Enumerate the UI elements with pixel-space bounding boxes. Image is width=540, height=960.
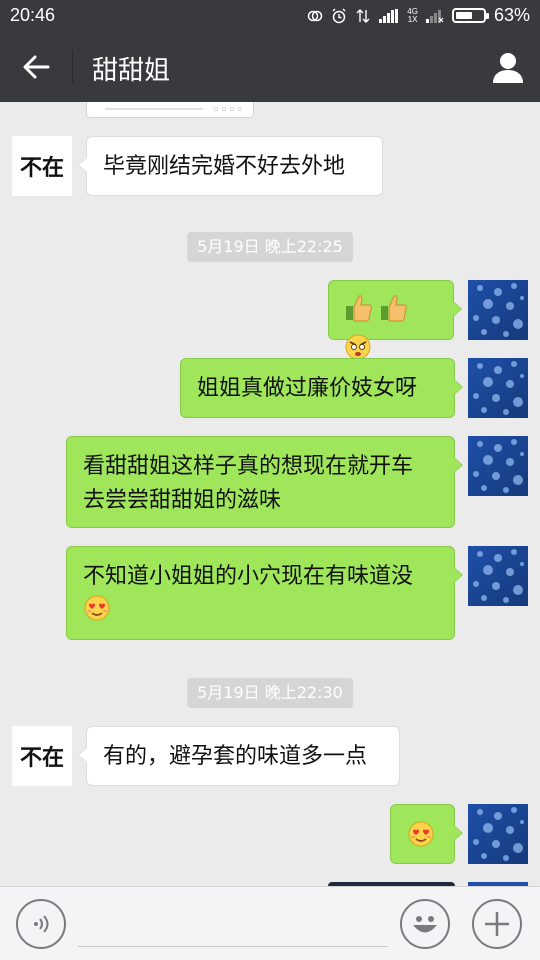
message-bubble-outgoing[interactable]: 不知道小姐姐的小穴现在有味道没 xyxy=(66,546,463,640)
message-text: 毕竟刚结完婚不好去外地 xyxy=(103,154,346,179)
image-icons: ▫▫▫▫ xyxy=(214,105,245,113)
message-bubble-outgoing[interactable]: 看甜甜姐这样子真的想现在就开车 去尝尝甜甜姐的滋味 xyxy=(66,436,463,528)
plus-icon xyxy=(485,912,509,936)
message-bubble-outgoing[interactable] xyxy=(390,804,463,864)
smiley-icon xyxy=(413,916,437,933)
header-divider xyxy=(72,50,73,84)
heart-eyes-emoji xyxy=(83,594,111,633)
signal-weak-icon xyxy=(425,9,444,23)
timestamp: 5月19日 晚上22:25 xyxy=(187,232,353,262)
voice-icon xyxy=(34,915,49,933)
avatar[interactable] xyxy=(468,280,528,340)
message-list[interactable]: ▫▫▫▫ 不在 毕竟刚结完婚不好去外地 5月19日 晚上22:25 姐姐真做过廉… xyxy=(0,102,540,886)
more-button[interactable] xyxy=(472,899,522,949)
avatar-image xyxy=(468,358,528,418)
person-icon xyxy=(493,53,523,83)
thumbs-up-emoji xyxy=(345,293,373,334)
avatar[interactable] xyxy=(468,436,528,496)
message-text-line: 看甜甜姐这样子真的想现在就开车 xyxy=(83,454,414,479)
message-bubble-incoming[interactable]: 有的，避孕套的味道多一点 xyxy=(78,726,400,786)
avatar-image xyxy=(468,436,528,496)
message-input[interactable] xyxy=(78,946,388,947)
back-arrow-icon xyxy=(23,55,50,79)
avatar[interactable]: 不在 xyxy=(12,726,72,786)
message-bubble-outgoing[interactable]: 姐姐真做过廉价妓女呀 xyxy=(180,358,463,418)
avatar-image xyxy=(468,280,528,340)
signal-icon xyxy=(379,8,399,23)
message-text: 不知道小姐姐的小穴现在有味道没 xyxy=(83,564,414,589)
message-text: 姐姐真做过廉价妓女呀 xyxy=(197,376,418,401)
avatar[interactable] xyxy=(468,546,528,606)
battery-icon xyxy=(451,8,489,23)
message-bubble-outgoing[interactable] xyxy=(328,280,462,360)
network-type: 4G 1X xyxy=(407,7,418,24)
image-content xyxy=(105,108,203,110)
avatar-image xyxy=(468,804,528,864)
data-arrows-icon xyxy=(356,8,370,23)
network-bottom: 1X xyxy=(407,14,418,24)
input-bar xyxy=(0,886,540,960)
chat-screen: 20:46 4G 1X 63% 甜甜姐 ▫▫▫▫ 不在 毕竟刚结完婚不好去外地 … xyxy=(0,0,540,960)
back-button[interactable] xyxy=(14,48,58,86)
image-message-partial[interactable]: ▫▫▫▫ xyxy=(86,102,254,118)
avatar-text: 不在 xyxy=(19,156,64,181)
avatar[interactable] xyxy=(468,358,528,418)
emoji-button[interactable] xyxy=(400,899,450,949)
avatar-image xyxy=(468,546,528,606)
message-text-line: 去尝尝甜甜姐的滋味 xyxy=(83,488,282,513)
avatar-text: 不在 xyxy=(19,746,64,771)
chat-header: 甜甜姐 xyxy=(0,32,540,102)
timestamp: 5月19日 晚上22:30 xyxy=(187,678,353,708)
sync-icon xyxy=(308,10,323,21)
status-icons: 4G 1X 63% xyxy=(307,5,530,26)
battery-fill xyxy=(455,12,473,19)
battery-percent: 63% xyxy=(493,5,530,25)
message-bubble-incoming[interactable]: 毕竟刚结完婚不好去外地 xyxy=(78,136,383,196)
thumbs-up-emoji xyxy=(380,293,408,334)
status-time: 20:46 xyxy=(10,5,56,25)
avatar[interactable]: 不在 xyxy=(12,136,72,196)
status-bar: 20:46 4G 1X 63% xyxy=(0,0,540,32)
chat-title: 甜甜姐 xyxy=(92,56,171,86)
heart-eyes-emoji xyxy=(407,820,435,859)
voice-button[interactable] xyxy=(16,899,66,949)
message-text: 有的，避孕套的味道多一点 xyxy=(103,744,368,769)
avatar[interactable] xyxy=(468,804,528,864)
alarm-icon xyxy=(332,8,346,23)
profile-button[interactable] xyxy=(486,46,530,88)
